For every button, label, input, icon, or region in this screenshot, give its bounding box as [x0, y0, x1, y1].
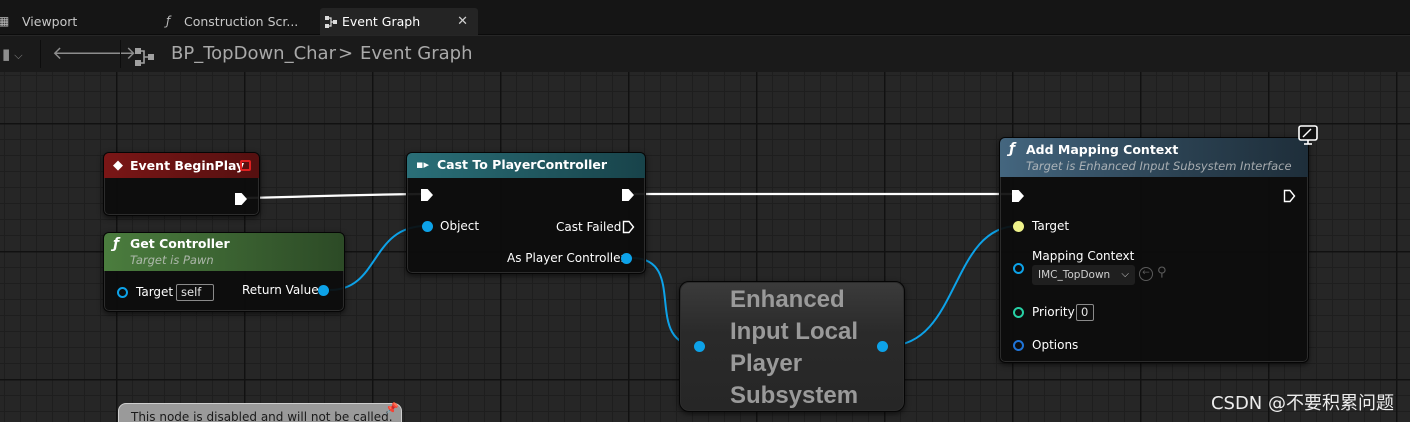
graph-icon [324, 8, 338, 39]
as-player-controller-label: As Player Controller [507, 251, 626, 265]
tab-label: Construction Scr... [184, 14, 299, 29]
bookmark-dropdown-button[interactable]: ▮ ⌵ [2, 36, 23, 72]
tab-bar: ▦ Viewport ƒ Construction Scr... Event G… [0, 0, 1410, 35]
disabled-node-comment: This node is disabled and will not be ca… [118, 402, 402, 422]
priority-field[interactable]: 0 [1076, 304, 1094, 321]
tab-construction-script[interactable]: ƒ Construction Scr... [162, 8, 312, 35]
object-label: Object [440, 219, 480, 233]
mapping-context-dropdown[interactable]: IMC_TopDown ⌵ [1032, 265, 1135, 285]
watermark: CSDN @不要积累问题 [1210, 393, 1394, 414]
mapping-context-pin[interactable] [1013, 263, 1024, 274]
get-controller-node[interactable]: ƒ Get Controller Target is Pawn Target s… [103, 232, 345, 312]
exec-out-pin[interactable] [1283, 189, 1296, 203]
node-header: ƒ Add Mapping Context Target is Enhanced… [1000, 138, 1308, 177]
exec-in-pin[interactable] [1012, 190, 1024, 202]
bookmark-icon: ▮ [2, 45, 11, 63]
cast-to-playercontroller-node[interactable]: ▪▸ Cast To PlayerController Object Cast … [406, 152, 646, 274]
browse-search-icon[interactable]: ⚲ [1157, 265, 1167, 280]
exec-wire-beginplay-to-cast [245, 192, 425, 200]
exec-out-pin[interactable] [235, 193, 247, 205]
node-title: Add Mapping Context [1026, 142, 1179, 157]
node-title: Cast To PlayerController [437, 157, 608, 172]
forward-arrow-icon[interactable]: 🡒 [88, 36, 136, 72]
client-only-icon [1294, 124, 1322, 148]
node-subtitle: Target is Enhanced Input Subsystem Inter… [1026, 159, 1292, 173]
node-header: ƒ Get Controller Target is Pawn [104, 233, 344, 271]
target-self-field[interactable]: self [176, 284, 214, 301]
node-title: Event BeginPlay [130, 158, 245, 173]
chevron-down-icon: ⌵ [14, 49, 23, 62]
breadcrumb-graph[interactable]: Event Graph [360, 36, 473, 72]
mapping-context-label: Mapping Context [1032, 249, 1135, 263]
target-pin[interactable] [1013, 221, 1024, 232]
graph-icon [134, 44, 156, 66]
priority-label: Priority [1032, 305, 1075, 319]
target-label: Target [136, 285, 174, 299]
comment-text: This node is disabled and will not be ca… [131, 410, 393, 422]
exec-in-pin[interactable] [421, 189, 433, 201]
node-header: ▪▸ Cast To PlayerController [407, 153, 645, 178]
breadcrumb-separator: > [338, 43, 354, 64]
return-value-label: Return Value [242, 283, 319, 297]
object-pin[interactable] [422, 221, 433, 232]
add-mapping-context-node[interactable]: ƒ Add Mapping Context Target is Enhanced… [999, 137, 1309, 363]
close-icon[interactable]: ✕ [457, 8, 468, 35]
enhanced-input-subsystem-node[interactable]: Enhanced Input Local Player Subsystem [679, 281, 905, 412]
exec-out-pin[interactable] [622, 189, 634, 201]
tab-label: Event Graph [342, 14, 421, 29]
node-title: Enhanced Input Local Player Subsystem [730, 286, 859, 409]
node-header: ◆ Event BeginPlay [104, 153, 259, 178]
as-player-controller-pin[interactable] [621, 253, 632, 264]
tab-event-graph[interactable]: Event Graph ✕ [320, 8, 478, 35]
cast-failed-exec-pin[interactable] [622, 220, 635, 234]
node-subtitle: Target is Pawn [130, 253, 214, 267]
return-value-pin[interactable] [318, 285, 329, 296]
cast-arrow-icon: ▪▸ [416, 158, 429, 171]
breadcrumb-blueprint[interactable]: BP_TopDown_Char [171, 36, 336, 72]
event-graph-canvas[interactable]: ◆ Event BeginPlay ƒ Get Controller Targe… [0, 72, 1410, 422]
cast-failed-label: Cast Failed [556, 220, 622, 234]
options-label: Options [1032, 338, 1079, 352]
pin-icon[interactable]: 📌 [385, 402, 399, 415]
graph-toolbar: ▮ ⌵ 🡐 🡒 BP_TopDown_Char > Event Graph [0, 36, 1410, 72]
node-title: Get Controller [130, 236, 230, 251]
priority-pin[interactable] [1013, 307, 1024, 318]
event-beginplay-node[interactable]: ◆ Event BeginPlay [103, 152, 260, 216]
viewport-icon: ▦ [0, 14, 10, 28]
subsystem-out-pin[interactable] [877, 341, 888, 352]
function-icon: ƒ [1009, 141, 1016, 157]
subsystem-in-pin[interactable] [694, 341, 705, 352]
tab-label: Viewport [22, 14, 78, 29]
dropdown-value: IMC_TopDown [1038, 269, 1111, 281]
event-diamond-icon: ◆ [113, 158, 123, 173]
delegate-pin[interactable] [240, 160, 251, 171]
tab-viewport[interactable]: ▦ Viewport [0, 8, 150, 35]
target-pin[interactable] [117, 287, 128, 298]
use-selected-arrow-icon[interactable]: ← [1139, 267, 1153, 281]
chevron-down-icon: ⌵ [1121, 269, 1129, 280]
function-icon: ƒ [113, 236, 120, 252]
options-pin[interactable] [1013, 340, 1024, 351]
target-label: Target [1032, 219, 1070, 233]
function-icon: ƒ [166, 14, 171, 28]
